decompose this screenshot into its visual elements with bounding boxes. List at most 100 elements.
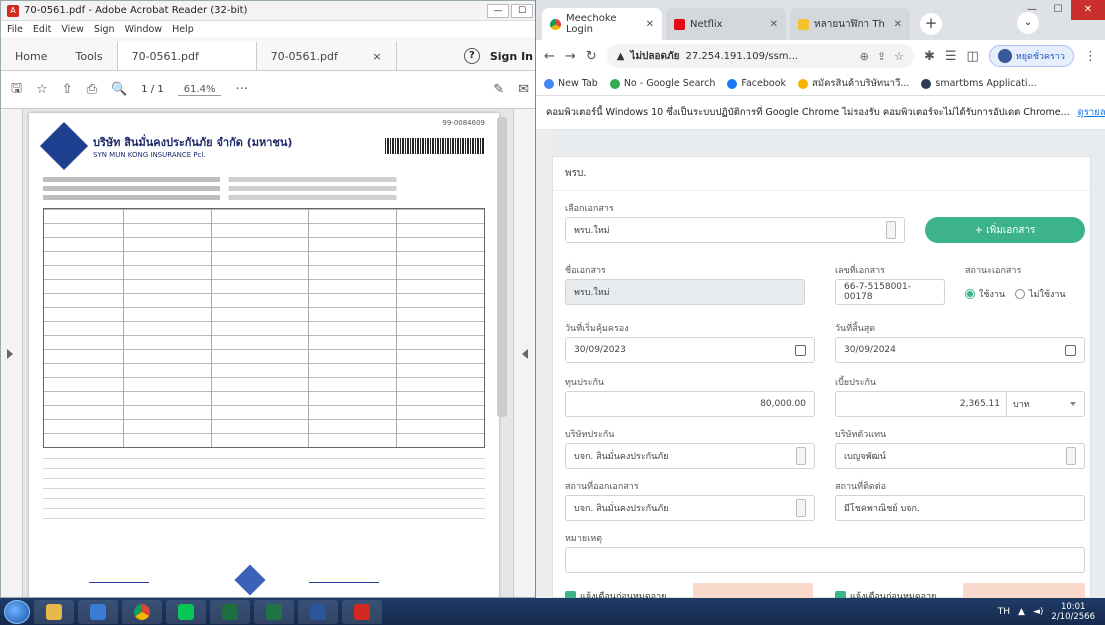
note-input[interactable]: [565, 547, 1085, 573]
sign-icon[interactable]: ✎: [493, 82, 504, 97]
language-indicator[interactable]: TH: [998, 607, 1010, 617]
doc-name-value: พรบ.ใหม่: [574, 288, 610, 298]
zoom-search-icon[interactable]: 🔍: [111, 82, 127, 97]
clock[interactable]: 10:01 2/10/2566: [1051, 602, 1095, 622]
close-tab-icon[interactable]: ✕: [894, 19, 902, 30]
back-icon[interactable]: ←: [544, 49, 555, 64]
calendar-icon[interactable]: [1065, 344, 1076, 356]
taskbar-chrome[interactable]: [122, 599, 162, 624]
doc-name-field[interactable]: พรบ.ใหม่: [565, 279, 805, 305]
bookmark-facebook[interactable]: Facebook: [727, 78, 786, 89]
agent-select[interactable]: เบญจพัฒน์: [835, 443, 1085, 469]
status-inactive-radio[interactable]: ไม่ใช้งาน: [1015, 287, 1066, 301]
close-icon[interactable]: ×: [372, 50, 381, 63]
taskbar-line[interactable]: [166, 599, 206, 624]
profile-button[interactable]: หยุดชั่วคราว: [988, 45, 1074, 67]
facebook-icon: [727, 78, 738, 89]
bookmark-navy[interactable]: สมัครสินค้าบริษัทนาวี...: [798, 76, 909, 91]
issuer-label: สถานที่ออกเอกสาร: [565, 482, 639, 492]
bookmark-google[interactable]: No - Google Search: [609, 78, 715, 89]
left-panel-toggle[interactable]: [1, 109, 23, 597]
volume-icon[interactable]: ◄): [1033, 607, 1043, 617]
star-icon[interactable]: ☆: [36, 82, 48, 97]
tab-meechoke-login[interactable]: Meechoke Login ✕: [542, 8, 662, 40]
close-tab-icon[interactable]: ✕: [646, 19, 654, 30]
mail-icon[interactable]: ✉: [518, 82, 529, 97]
address-bar[interactable]: ▲ ไม่ปลอดภัย 27.254.191.109/ssm... ⊕ ⇪ ☆: [606, 44, 914, 68]
share-icon[interactable]: ⇪: [877, 50, 886, 63]
premium-unit-select[interactable]: บาท: [1006, 392, 1076, 416]
insurer-select[interactable]: บจก. สินมั่นคงประกันภัย: [565, 443, 815, 469]
maximize-button[interactable]: ☐: [1045, 0, 1071, 20]
tab-home[interactable]: Home: [1, 42, 61, 70]
menu-window[interactable]: Window: [125, 24, 162, 35]
menu-file[interactable]: File: [7, 24, 23, 35]
menu-help[interactable]: Help: [172, 24, 194, 35]
side-panel-icon[interactable]: ◫: [967, 49, 979, 64]
status-active-radio[interactable]: ใช้งาน: [965, 287, 1005, 301]
zoom-icon[interactable]: ⊕: [860, 50, 869, 63]
tab-tools[interactable]: Tools: [61, 42, 116, 70]
tab-netflix[interactable]: Netflix ✕: [666, 8, 786, 40]
infobar-message: คอมพิวเตอร์นี้ Windows 10 ซึ่งเป็นระบบปฏ…: [546, 107, 1070, 118]
menu-view[interactable]: View: [61, 24, 84, 35]
taskbar-media[interactable]: [78, 599, 118, 624]
start-date-input[interactable]: 30/09/2023: [565, 337, 815, 363]
taskbar-acrobat[interactable]: [342, 599, 382, 624]
network-icon[interactable]: ▲: [1018, 607, 1025, 617]
notify-checkbox-1[interactable]: แจ้งเตือนก่อนหมดอายุ: [565, 589, 666, 598]
help-icon[interactable]: ?: [463, 48, 480, 64]
start-button[interactable]: [4, 599, 30, 624]
menu-edit[interactable]: Edit: [33, 24, 51, 35]
taskbar-word[interactable]: [298, 599, 338, 624]
vertical-scrollbar[interactable]: [497, 117, 507, 417]
contact-input[interactable]: มีโชคพาณิชย์ บจก.: [835, 495, 1085, 521]
premium-input[interactable]: 2,365.11 บาท: [835, 391, 1085, 417]
tab-third[interactable]: หลายนาฬิกา Th ✕: [790, 8, 910, 40]
company-logo-icon: [39, 121, 89, 171]
minimize-button[interactable]: —: [487, 3, 509, 18]
page-indicator[interactable]: 1 / 1: [141, 84, 163, 95]
new-tab-button[interactable]: +: [920, 13, 942, 35]
add-document-button[interactable]: + เพิ่มเอกสาร: [925, 217, 1085, 243]
notify-checkbox-2[interactable]: แจ้งเตือนก่อนหมดอายุ: [835, 589, 936, 598]
issuer-select[interactable]: บจก. สินมั่นคงประกันภัย: [565, 495, 815, 521]
taskbar-explorer[interactable]: [34, 599, 74, 624]
doc-number-field[interactable]: 66-7-5158001-00178: [835, 279, 945, 305]
more-icon[interactable]: ···: [235, 82, 247, 97]
coverage-input[interactable]: 80,000.00: [565, 391, 815, 417]
bookmark-label: Facebook: [741, 78, 787, 89]
bookmark-smartbms[interactable]: smartbms Applicati...: [921, 78, 1037, 89]
bookmark-star-icon[interactable]: ☆: [894, 50, 904, 63]
upload-icon[interactable]: ⇧: [62, 82, 73, 97]
sign-in-button[interactable]: Sign In: [490, 50, 533, 63]
taskbar-excel[interactable]: [254, 599, 294, 624]
doc-type-select[interactable]: พรบ.ใหม่: [565, 217, 905, 243]
reading-list-icon[interactable]: ☰: [945, 49, 957, 64]
folder-icon: [46, 603, 62, 620]
save-icon[interactable]: 🖫: [11, 79, 22, 101]
notify-days-input-2[interactable]: [963, 583, 1085, 598]
minimize-button[interactable]: —: [1019, 0, 1045, 20]
reload-icon[interactable]: ↻: [586, 49, 597, 64]
tab-file-2[interactable]: 70-0561.pdf ×: [257, 42, 397, 70]
print-icon[interactable]: ⎙: [87, 82, 97, 97]
infobar-learn-more-link[interactable]: ดูรายละเอียด: [1078, 105, 1105, 120]
end-date-input[interactable]: 30/09/2024: [835, 337, 1085, 363]
forward-icon[interactable]: →: [565, 49, 576, 64]
tab-label: Netflix: [690, 18, 723, 30]
taskbar-app-green[interactable]: [210, 599, 250, 624]
maximize-button[interactable]: ☐: [511, 3, 533, 18]
close-window-button[interactable]: ✕: [1071, 0, 1105, 20]
menu-sign[interactable]: Sign: [94, 24, 115, 35]
zoom-select[interactable]: 61.4%: [177, 84, 222, 96]
bookmark-new-tab[interactable]: New Tab: [544, 78, 598, 89]
bookmark-label: New Tab: [558, 78, 598, 89]
extensions-icon[interactable]: ✱: [924, 49, 935, 64]
tab-file-1[interactable]: 70-0561.pdf: [116, 42, 257, 70]
notify-days-input-1[interactable]: [693, 583, 813, 598]
close-tab-icon[interactable]: ✕: [770, 19, 778, 30]
calendar-icon[interactable]: [795, 344, 806, 356]
unsupported-os-infobar: คอมพิวเตอร์นี้ Windows 10 ซึ่งเป็นระบบปฏ…: [536, 96, 1105, 130]
menu-dots-icon[interactable]: ⋮: [1084, 49, 1097, 64]
